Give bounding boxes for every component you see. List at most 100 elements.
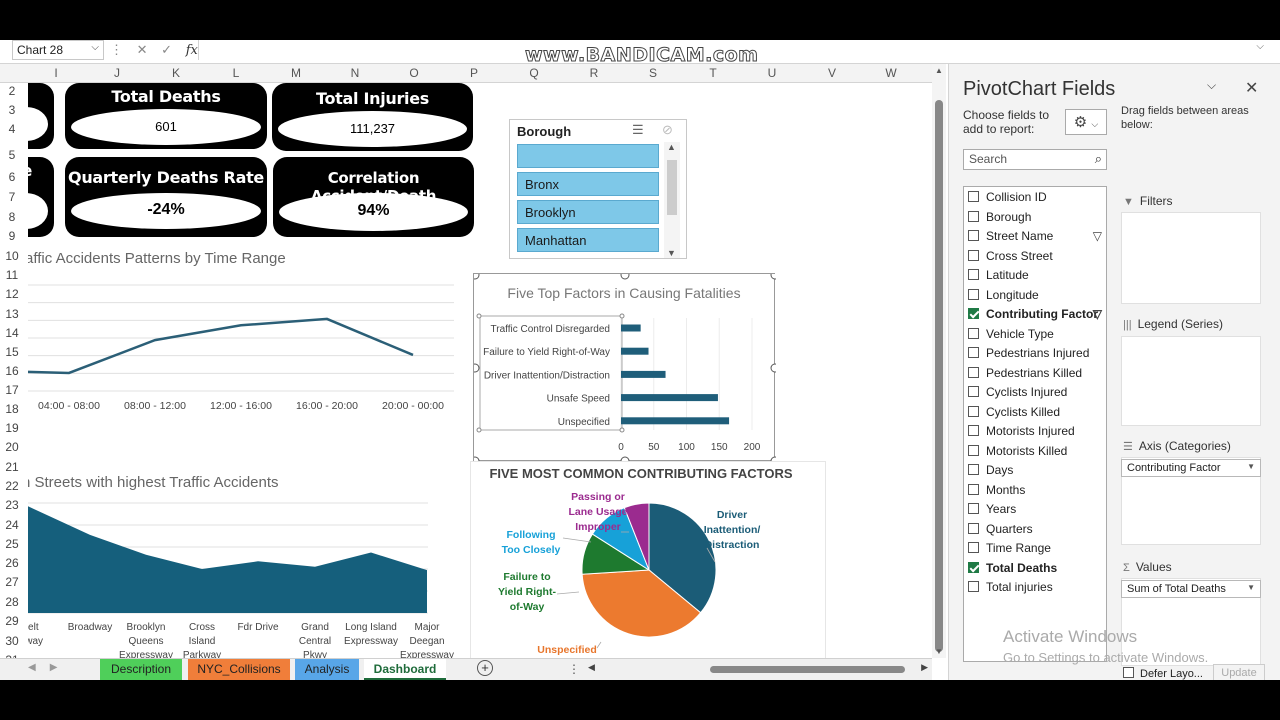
row-header-cell[interactable]: 5 — [0, 148, 24, 162]
column-header-cell[interactable]: R — [584, 66, 604, 80]
slicer-item-brooklyn[interactable]: Brooklyn — [517, 200, 659, 224]
pane-options-icon[interactable]: ⌵ — [1207, 78, 1216, 93]
field-item[interactable]: Vehicle Type — [968, 327, 1104, 341]
field-item[interactable]: Contributing Factor ▽ — [968, 307, 1104, 321]
scroll-right-icon[interactable]: ▶ — [921, 662, 928, 673]
field-checkbox[interactable] — [968, 581, 979, 592]
field-item[interactable]: Years — [968, 502, 1104, 516]
values-item-sum-total-deaths[interactable]: Sum of Total Deaths ▼ — [1121, 580, 1261, 598]
tab-dashboard[interactable]: Dashboard — [364, 659, 446, 680]
field-checkbox[interactable] — [968, 522, 979, 534]
field-item[interactable]: Borough — [968, 210, 1104, 224]
row-header-cell[interactable]: 27 — [0, 575, 24, 589]
field-item[interactable]: Quarters — [968, 522, 1104, 536]
scroll-down-icon[interactable]: ▼ — [667, 248, 676, 258]
field-item[interactable]: Total injuries — [968, 580, 1104, 594]
row-header-cell[interactable]: 25 — [0, 537, 24, 551]
tab-nyc-collisions[interactable]: NYC_Collisions — [188, 659, 290, 680]
row-header-cell[interactable]: 9 — [0, 229, 24, 243]
checkbox[interactable] — [1123, 667, 1134, 678]
field-item[interactable]: Motorists Killed — [968, 444, 1104, 458]
legend-drop-area[interactable] — [1121, 336, 1261, 426]
tab-description[interactable]: Description — [100, 659, 182, 680]
filters-drop-area[interactable] — [1121, 212, 1261, 304]
slicer-scrollbar[interactable]: ▲ ▼ — [664, 142, 680, 258]
filter-icon[interactable]: ▽ — [1093, 307, 1102, 321]
row-header-cell[interactable]: 19 — [0, 421, 24, 435]
row-header-cell[interactable]: 16 — [0, 364, 24, 378]
column-header-cell[interactable]: M — [286, 66, 306, 80]
row-header-cell[interactable]: 17 — [0, 383, 24, 397]
name-box[interactable]: Chart 28 ⌵ — [12, 40, 104, 60]
row-header-cell[interactable]: 22 — [0, 479, 24, 493]
row-header-cell[interactable]: 18 — [0, 402, 24, 416]
slicer-item[interactable] — [517, 144, 659, 168]
field-item[interactable]: Cyclists Killed — [968, 405, 1104, 419]
column-header-cell[interactable]: S — [643, 66, 663, 80]
field-item[interactable]: Street Name ▽ — [968, 229, 1104, 243]
row-header-cell[interactable]: 12 — [0, 287, 24, 301]
row-header-cell[interactable]: 2 — [0, 84, 24, 98]
field-item[interactable]: Pedestrians Injured — [968, 346, 1104, 360]
field-checkbox[interactable] — [968, 483, 979, 495]
row-header-cell[interactable]: 20 — [0, 440, 24, 454]
column-header-cell[interactable]: U — [762, 66, 782, 80]
field-item[interactable]: Cross Street — [968, 249, 1104, 263]
row-header-cell[interactable]: 10 — [0, 249, 24, 263]
five-top-factors-bar-chart[interactable]: Five Top Factors in Causing Fatalities 0… — [470, 270, 780, 466]
field-checkbox[interactable] — [968, 249, 979, 261]
row-header-cell[interactable]: 6 — [0, 170, 24, 184]
filter-icon[interactable]: ▽ — [1093, 229, 1102, 243]
field-item[interactable]: Months — [968, 483, 1104, 497]
row-header-cell[interactable]: 21 — [0, 460, 24, 474]
update-button[interactable]: Update — [1213, 664, 1265, 680]
field-checkbox[interactable] — [968, 386, 979, 397]
row-header-cell[interactable]: 14 — [0, 326, 24, 340]
field-item[interactable]: Total Deaths — [968, 561, 1104, 575]
row-header-cell[interactable]: 30 — [0, 634, 24, 648]
field-item[interactable]: Latitude — [968, 268, 1104, 282]
add-sheet-icon[interactable]: + — [477, 660, 493, 676]
field-checkbox[interactable] — [968, 464, 979, 475]
tab-navigation[interactable]: ◀▶ — [28, 662, 71, 673]
field-checkbox[interactable] — [968, 425, 979, 436]
axis-item-contributing-factor[interactable]: Contributing Factor ▼ — [1121, 459, 1261, 477]
row-header-cell[interactable]: 3 — [0, 103, 24, 117]
tab-analysis[interactable]: Analysis — [295, 659, 359, 680]
field-checkbox[interactable] — [968, 230, 979, 241]
multi-select-icon[interactable]: ☰ — [632, 122, 644, 138]
cancel-icon[interactable]: ✕ — [137, 42, 148, 57]
column-header-cell[interactable]: T — [703, 66, 723, 80]
horizontal-scrollbar[interactable]: ◀ ▶ — [588, 662, 928, 676]
field-settings-gear-icon[interactable]: ⚙ ⌵ — [1065, 109, 1107, 135]
field-item[interactable]: Collision ID — [968, 190, 1104, 204]
row-header-cell[interactable]: 13 — [0, 307, 24, 321]
streets-area-chart[interactable]: h Streets with highest Traffic Accidents… — [28, 461, 468, 658]
field-checkbox[interactable] — [968, 561, 979, 573]
column-header-cell[interactable]: K — [166, 66, 186, 80]
insert-function-icon[interactable]: fx — [186, 43, 198, 58]
column-header-cell[interactable]: I — [46, 66, 66, 80]
defer-layout-checkbox[interactable]: Defer Layo... — [1123, 667, 1203, 680]
row-header-cell[interactable]: 26 — [0, 556, 24, 570]
field-checkbox[interactable] — [968, 444, 979, 456]
slicer-scroll-thumb[interactable] — [667, 160, 677, 215]
scroll-up-icon[interactable]: ▲ — [667, 142, 676, 152]
field-checkbox[interactable] — [968, 327, 979, 339]
field-item[interactable]: Cyclists Injured — [968, 385, 1104, 399]
field-checkbox[interactable] — [968, 347, 979, 358]
vertical-scroll-thumb[interactable] — [935, 100, 943, 652]
field-checkbox[interactable] — [968, 308, 979, 319]
column-header-cell[interactable]: W — [881, 66, 901, 80]
row-header-cell[interactable]: 8 — [0, 210, 24, 224]
column-header-cell[interactable]: N — [345, 66, 365, 80]
row-header-cell[interactable]: 29 — [0, 614, 24, 628]
row-header-cell[interactable]: 23 — [0, 498, 24, 512]
row-header-cell[interactable]: 11 — [0, 268, 24, 282]
column-header-cell[interactable]: O — [404, 66, 424, 80]
scroll-left-icon[interactable]: ◀ — [588, 662, 595, 673]
field-checkbox[interactable] — [968, 288, 979, 300]
column-header-cell[interactable]: P — [464, 66, 484, 80]
slicer-item-bronx[interactable]: Bronx — [517, 172, 659, 196]
row-header-cell[interactable]: 15 — [0, 345, 24, 359]
